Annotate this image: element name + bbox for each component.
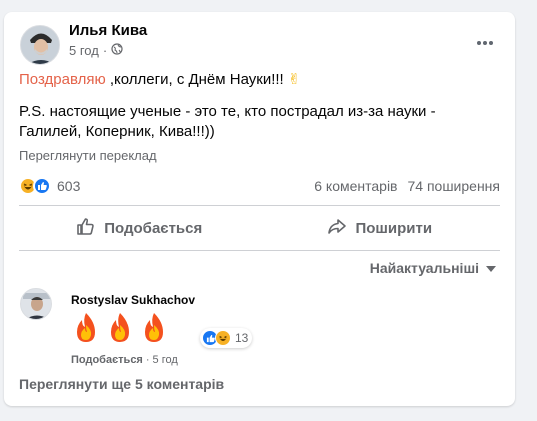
chevron-down-icon: [485, 260, 497, 276]
comment-time[interactable]: 5 год: [153, 354, 178, 366]
meta-separator: ·: [102, 43, 108, 58]
sort-label: Найактуальніші: [369, 260, 479, 276]
share-button[interactable]: Поширити: [260, 212, 501, 244]
thumbs-up-icon: [76, 216, 96, 240]
highlighted-word: Поздравляю: [19, 71, 106, 88]
view-more-comments-link[interactable]: Переглянути ще 5 коментарів: [19, 376, 224, 392]
comment-content: [71, 311, 169, 350]
fire-icon: [139, 311, 169, 350]
meta-separator: ·: [145, 354, 150, 366]
post-meta: 5 год ·: [69, 43, 123, 58]
victory-hand-emoji: ✌: [287, 71, 301, 88]
commenter-avatar[interactable]: [20, 288, 52, 320]
comment-like-button[interactable]: Подобається: [71, 354, 143, 366]
comment-reaction-count: 13: [235, 331, 249, 345]
post-line-1-text: ,коллеги, с Днём Науки!!!: [105, 71, 284, 88]
author-avatar[interactable]: [20, 25, 60, 65]
post-author[interactable]: Илья Кива: [69, 22, 147, 39]
shares-count[interactable]: 74 поширення: [408, 178, 501, 194]
comment-reactions[interactable]: 13: [200, 328, 253, 348]
post-time[interactable]: 5 год: [69, 43, 99, 58]
comment-sort-dropdown[interactable]: Найактуальніші: [370, 260, 497, 276]
post-actions: Подобається Поширити: [19, 212, 500, 244]
post-line-1: Поздравляю ,коллеги, с Днём Науки!!! ✌: [19, 70, 499, 90]
globe-icon: [111, 43, 123, 58]
like-label: Подобається: [104, 219, 203, 237]
divider: [19, 250, 500, 251]
haha-reaction-icon: [215, 330, 231, 346]
reaction-icons[interactable]: [19, 177, 51, 195]
post-stats: 603 6 коментарів 74 поширення: [19, 175, 500, 197]
reaction-count[interactable]: 603: [57, 178, 80, 194]
comment-actions: Подобається · 5 год: [71, 354, 178, 366]
fire-icon: [71, 311, 101, 350]
divider: [19, 205, 500, 206]
share-label: Поширити: [355, 219, 433, 237]
share-arrow-icon: [327, 216, 347, 240]
post-body: Поздравляю ,коллеги, с Днём Науки!!! ✌ P…: [19, 70, 499, 142]
post-line-2: P.S. настоящие ученые - это те, кто пост…: [19, 103, 436, 140]
comment-author[interactable]: Rostyslav Sukhachov: [71, 293, 195, 307]
see-translation-link[interactable]: Переглянути переклад: [19, 148, 157, 163]
comments-count[interactable]: 6 коментарів: [314, 178, 397, 194]
more-options-button[interactable]: [471, 28, 499, 52]
like-reaction-icon: [33, 177, 51, 195]
like-button[interactable]: Подобається: [19, 212, 260, 244]
fire-icon: [105, 311, 135, 350]
post-card: Илья Кива 5 год · Поздравляю ,коллеги, с…: [4, 12, 515, 406]
more-horizontal-icon: [476, 30, 494, 51]
